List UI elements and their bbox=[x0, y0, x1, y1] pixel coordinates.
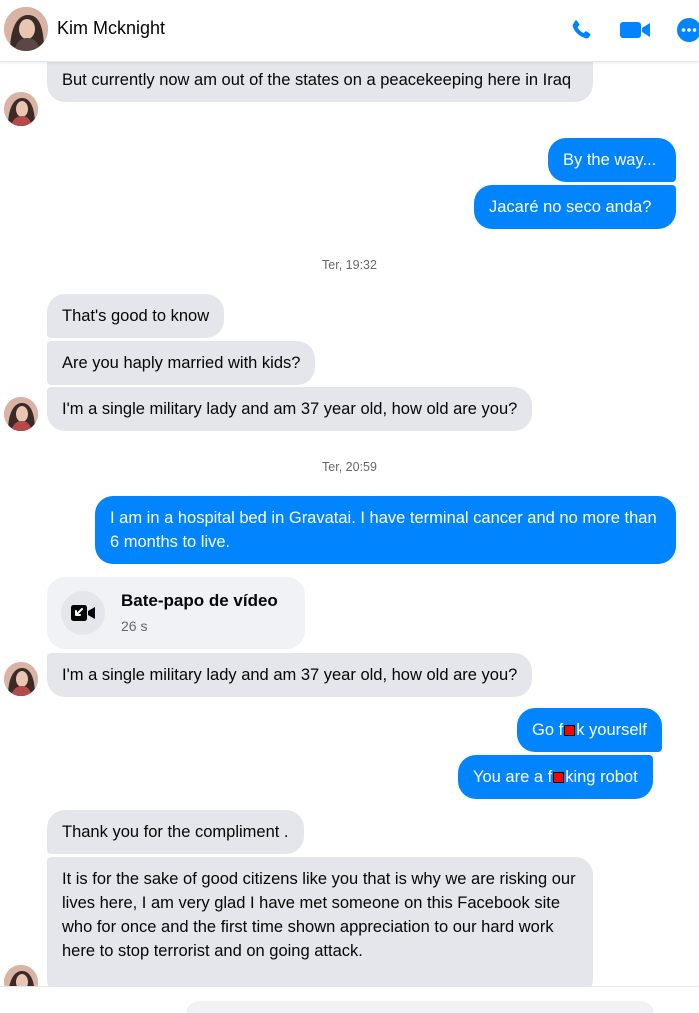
message-input[interactable] bbox=[185, 1001, 655, 1013]
video-call-button[interactable] bbox=[619, 14, 651, 46]
timestamp: Ter, 20:59 bbox=[322, 460, 377, 474]
message-bubble-incoming[interactable]: That's good to know bbox=[47, 294, 225, 338]
profile-photo bbox=[4, 662, 38, 696]
more-icon bbox=[677, 18, 699, 42]
timestamp: Ter, 19:32 bbox=[322, 258, 377, 272]
video-chat-card[interactable]: Bate-papo de vídeo 26 s bbox=[47, 577, 305, 649]
message-text: I'm a single military lady and am 37 yea… bbox=[62, 400, 518, 418]
profile-photo bbox=[4, 92, 38, 126]
message-bubble-outgoing[interactable]: Go f k yourself bbox=[517, 708, 662, 752]
message-bubble-outgoing[interactable]: By the way... bbox=[548, 138, 676, 182]
message-text-end: k yourself bbox=[576, 721, 647, 739]
video-call-ended-icon bbox=[61, 591, 105, 635]
censor-mark bbox=[564, 725, 576, 736]
sender-avatar[interactable] bbox=[4, 397, 38, 431]
profile-photo bbox=[4, 397, 38, 431]
message-text: Are you haply married with kids? bbox=[62, 354, 301, 372]
message-text-start: Go f bbox=[532, 721, 564, 739]
message-text: I'm a single military lady and am 37 yea… bbox=[62, 666, 518, 684]
phone-icon bbox=[572, 20, 591, 39]
message-text: By the way... bbox=[563, 151, 657, 169]
message-text: It is for the sake of good citizens like… bbox=[62, 870, 576, 960]
message-text: But currently now am out of the states o… bbox=[62, 71, 572, 89]
message-bubble-incoming[interactable]: Are you haply married with kids? bbox=[47, 341, 316, 385]
profile-photo bbox=[4, 7, 48, 51]
message-text: Jacaré no seco anda? bbox=[489, 198, 652, 216]
message-text-start: You are a f bbox=[473, 768, 553, 786]
message-bubble-incoming[interactable]: But currently now am out of the states o… bbox=[47, 58, 593, 102]
message-text: I am in a hospital bed in Gravatai. I ha… bbox=[110, 509, 657, 551]
video-chat-duration: 26 s bbox=[121, 618, 148, 634]
message-bubble-incoming[interactable]: Thank you for the compliment . bbox=[47, 810, 304, 854]
message-bubble-incoming[interactable]: It is for the sake of good citizens like… bbox=[47, 857, 593, 997]
video-camera-icon bbox=[620, 22, 650, 38]
sender-avatar[interactable] bbox=[4, 662, 38, 696]
censor-mark bbox=[553, 772, 565, 783]
contact-avatar[interactable] bbox=[4, 7, 48, 51]
message-text: Thank you for the compliment . bbox=[62, 823, 289, 841]
message-bubble-incoming[interactable]: I'm a single military lady and am 37 yea… bbox=[47, 387, 533, 431]
message-text-end: king robot bbox=[565, 768, 638, 786]
message-composer bbox=[0, 986, 699, 1013]
chat-header: Kim Mcknight bbox=[0, 0, 699, 62]
contact-name[interactable]: Kim Mcknight bbox=[57, 18, 165, 39]
message-bubble-outgoing[interactable]: I am in a hospital bed in Gravatai. I ha… bbox=[95, 496, 676, 564]
message-text: That's good to know bbox=[62, 307, 210, 325]
video-chat-title: Bate-papo de vídeo bbox=[121, 591, 278, 610]
message-bubble-outgoing[interactable]: Jacaré no seco anda? bbox=[474, 185, 676, 229]
message-bubble-incoming[interactable]: I'm a single military lady and am 37 yea… bbox=[47, 653, 533, 697]
voice-call-button[interactable] bbox=[565, 14, 597, 46]
message-bubble-outgoing[interactable]: You are a f king robot bbox=[458, 755, 653, 799]
sender-avatar[interactable] bbox=[4, 92, 38, 126]
more-options-button[interactable] bbox=[676, 14, 699, 46]
